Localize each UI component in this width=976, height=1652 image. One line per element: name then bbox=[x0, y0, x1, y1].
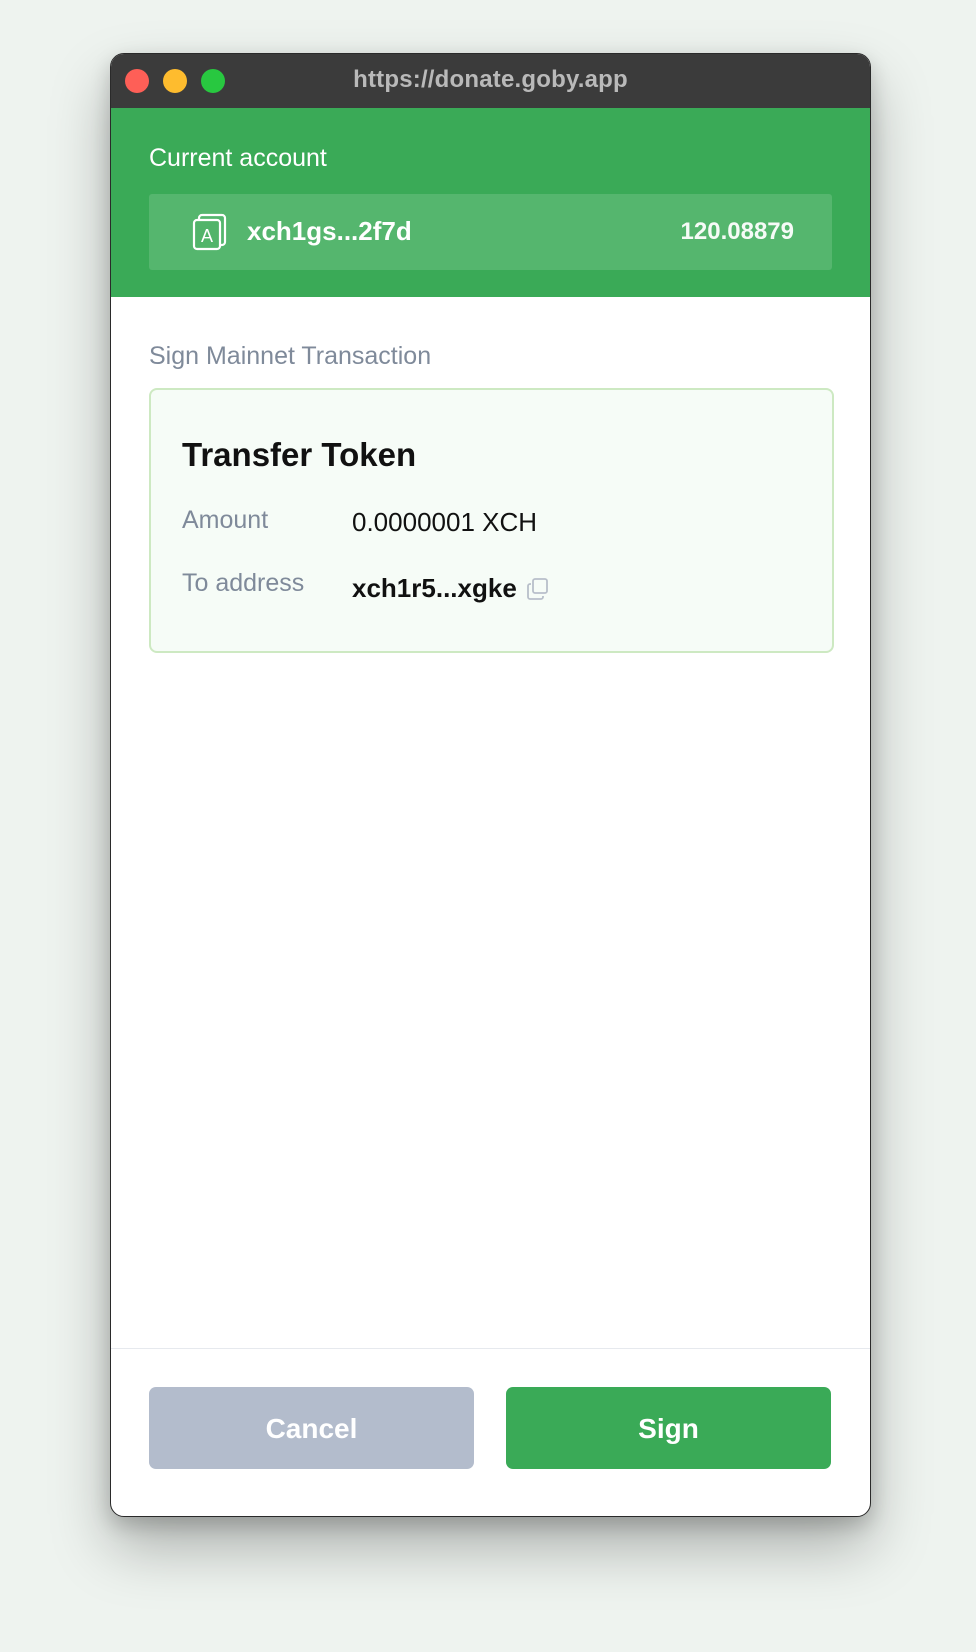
window-url: https://donate.goby.app bbox=[353, 66, 628, 93]
section-title: Sign Mainnet Transaction bbox=[149, 342, 432, 370]
app-window: https://donate.goby.app Current account … bbox=[110, 53, 871, 1517]
transaction-title: Transfer Token bbox=[182, 436, 417, 473]
account-address: xch1gs...2f7d bbox=[247, 216, 412, 246]
cancel-button[interactable]: Cancel bbox=[149, 1387, 474, 1469]
to-address-label: To address bbox=[182, 569, 305, 597]
footer-divider bbox=[111, 1348, 870, 1349]
amount-label: Amount bbox=[182, 506, 269, 534]
sign-button[interactable]: Sign bbox=[506, 1387, 831, 1469]
account-avatar-icon: A bbox=[192, 213, 227, 251]
transaction-card: Transfer Token Amount 0.0000001 XCH To a… bbox=[149, 388, 834, 653]
copy-icon[interactable] bbox=[527, 578, 549, 600]
account-selector[interactable]: A xch1gs...2f7d 120.08879 bbox=[149, 194, 832, 270]
to-address-value: xch1r5...xgke bbox=[352, 573, 517, 603]
amount-value: 0.0000001 XCH bbox=[352, 507, 538, 537]
account-balance: 120.08879 bbox=[680, 218, 794, 245]
current-account-label: Current account bbox=[149, 144, 327, 172]
account-avatar-letter: A bbox=[201, 226, 213, 246]
account-header: Current account A xch1gs...2f7d 120.0887… bbox=[111, 108, 870, 297]
title-bar: https://donate.goby.app bbox=[111, 54, 870, 108]
